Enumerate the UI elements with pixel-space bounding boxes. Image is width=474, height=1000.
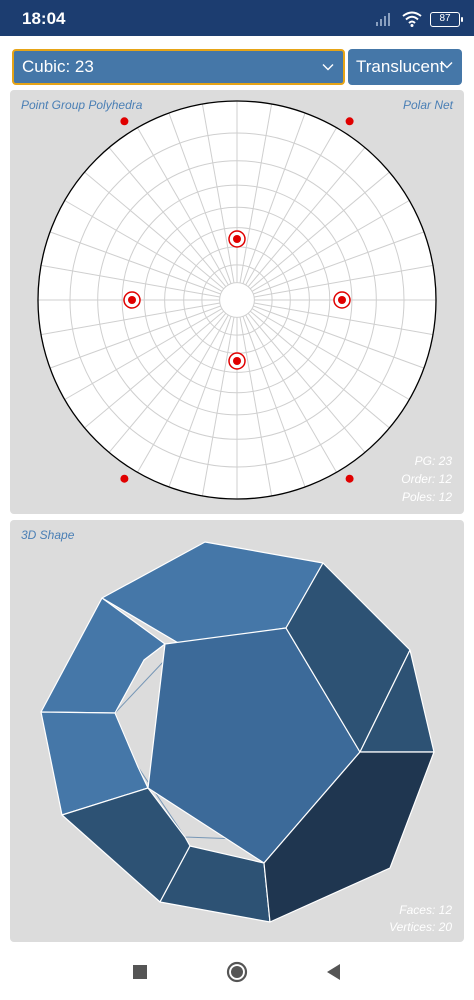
polar-net-diagram[interactable] — [10, 90, 464, 514]
battery-level: 87 — [439, 12, 451, 24]
chevron-down-icon — [441, 62, 453, 69]
pole-dot[interactable] — [120, 117, 129, 126]
render-style-select[interactable]: Translucent — [348, 49, 462, 85]
battery-icon: 87 — [430, 11, 463, 27]
status-bar: 18:04 87 — [0, 0, 474, 36]
pole-dot[interactable] — [338, 296, 346, 304]
pole-dot[interactable] — [345, 117, 354, 126]
poles-label: Poles: 12 — [401, 490, 452, 504]
selector-bar: Cubic: 23 Translucent — [0, 36, 474, 90]
polar-net-panel: Point Group Polyhedra Polar Net PG: 23 O… — [10, 90, 464, 514]
wifi-icon — [402, 11, 422, 27]
back-icon[interactable] — [322, 960, 346, 984]
vertices-label: Vertices: 20 — [389, 920, 452, 934]
home-icon[interactable] — [225, 960, 249, 984]
navigation-bar — [0, 944, 474, 1000]
status-icons: 87 — [376, 9, 463, 29]
shape-panel: 3D Shape Faces: 12 Vertices: 20 — [10, 520, 464, 942]
pg-label: PG: 23 — [414, 454, 452, 468]
signal-icon — [376, 13, 390, 26]
pole-dot[interactable] — [120, 474, 129, 483]
visible-faces — [40, 541, 435, 923]
chevron-down-icon — [322, 64, 334, 71]
render-style-value: Translucent — [356, 57, 445, 76]
recents-icon[interactable] — [128, 960, 152, 984]
point-group-select[interactable]: Cubic: 23 — [12, 49, 345, 85]
pole-dot[interactable] — [128, 296, 136, 304]
dodecahedron-view[interactable] — [10, 520, 464, 942]
pole-dot[interactable] — [233, 235, 241, 243]
order-label: Order: 12 — [401, 472, 452, 486]
pole-dot[interactable] — [233, 357, 241, 365]
point-group-value: Cubic: 23 — [22, 57, 94, 76]
pole-dot[interactable] — [345, 474, 354, 483]
status-time: 18:04 — [22, 9, 66, 28]
faces-label: Faces: 12 — [399, 903, 452, 917]
